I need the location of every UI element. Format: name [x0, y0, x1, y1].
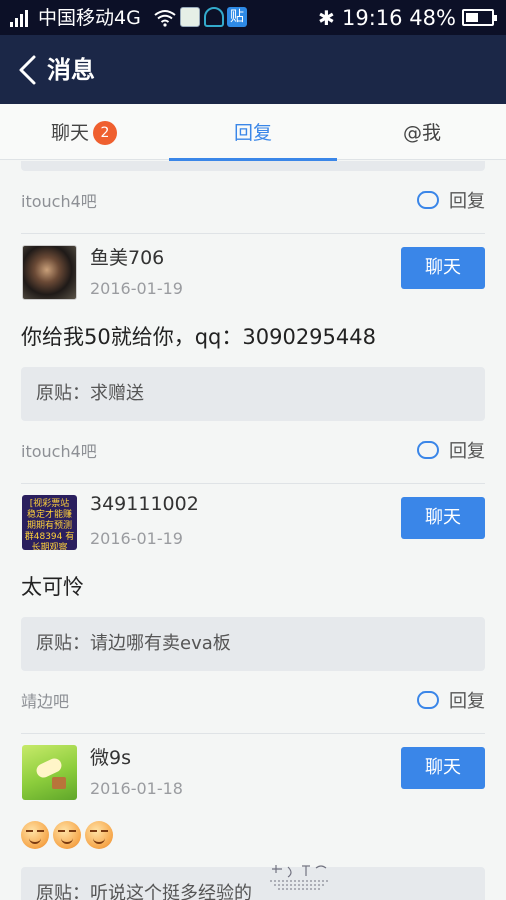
avatar-text: [视彩票站 稳定才能赚 期期有预测 群48394 有长期观察	[24, 499, 75, 550]
avatar[interactable]	[22, 745, 77, 800]
chat-button[interactable]: 聊天	[401, 247, 485, 289]
carrier-label: 中国移动4G	[38, 7, 141, 29]
forum-name[interactable]: itouch4吧	[21, 438, 97, 462]
reply-button[interactable]: 回复	[417, 436, 485, 463]
divider	[21, 733, 485, 734]
comment-icon	[417, 186, 439, 209]
post-date: 2016-01-19	[90, 529, 183, 548]
divider	[21, 233, 485, 234]
reply-button-label: 回复	[449, 191, 485, 212]
reply-button[interactable]: 回复	[417, 186, 485, 213]
post-date: 2016-01-19	[90, 279, 183, 298]
bluetooth-icon: ✱	[318, 6, 335, 30]
status-bar: 中国移动4G 贴 ✱ 19:16 48%	[0, 0, 506, 35]
forum-name[interactable]: 靖边吧	[21, 688, 69, 712]
username[interactable]: 349111002	[90, 493, 199, 515]
tab-reply-label: 回复	[233, 122, 272, 144]
post-date: 2016-01-18	[90, 779, 183, 798]
tab-bar: 聊天 2 回复 @我	[0, 104, 506, 161]
chat-button[interactable]: 聊天	[401, 747, 485, 789]
tab-mentions[interactable]: @我	[338, 104, 506, 160]
battery-icon	[462, 9, 497, 26]
tab-reply[interactable]: 回复	[169, 104, 337, 161]
tab-chat[interactable]: 聊天 2	[0, 104, 168, 160]
reply-list[interactable]: itouch4吧 回复 鱼美706 2016-01-19 聊天 你给我50就给你…	[0, 161, 506, 900]
signal-icon	[10, 9, 32, 27]
tieba-icon: 贴	[227, 7, 247, 27]
reply-content	[21, 821, 117, 849]
unread-badge: 2	[93, 121, 117, 145]
smile-emoji-icon	[85, 821, 113, 849]
chevron-left-icon[interactable]	[14, 54, 42, 86]
list-item: 靖边吧 回复 微9s 2016-01-18 聊天 原贴：听说这个挺多经验的	[0, 661, 506, 900]
reply-button[interactable]: 回复	[417, 686, 485, 713]
reply-content: 你给我50就给你，qq：3090295448	[21, 325, 376, 349]
forum-name[interactable]: itouch4吧	[21, 188, 97, 212]
battery-percent: 48%	[409, 6, 456, 30]
notes-icon	[180, 7, 200, 27]
app-bar: 消息	[0, 35, 506, 104]
smile-emoji-icon	[21, 821, 49, 849]
tab-mentions-label: @我	[402, 122, 441, 144]
username[interactable]: 微9s	[90, 743, 131, 770]
clock: 19:16 48%	[342, 6, 456, 30]
smile-emoji-icon	[53, 821, 81, 849]
headset-icon	[204, 7, 224, 27]
avatar[interactable]: [视彩票站 稳定才能赚 期期有预测 群48394 有长期观察	[22, 495, 77, 550]
username[interactable]: 鱼美706	[90, 243, 164, 270]
reply-button-label: 回复	[449, 441, 485, 462]
chat-button[interactable]: 聊天	[401, 497, 485, 539]
original-post[interactable]: 原贴：听说这个挺多经验的	[21, 867, 485, 900]
list-item: itouch4吧 回复 鱼美706 2016-01-19 聊天 你给我50就给你…	[0, 161, 506, 421]
watermark-icon	[270, 865, 328, 890]
divider	[21, 483, 485, 484]
comment-icon	[417, 686, 439, 709]
reply-button-label: 回复	[449, 691, 485, 712]
list-item: itouch4吧 回复 [视彩票站 稳定才能赚 期期有预测 群48394 有长期…	[0, 411, 506, 671]
page-title: 消息	[47, 56, 95, 84]
tab-chat-label: 聊天	[50, 122, 89, 144]
reply-content: 太可怜	[21, 575, 84, 599]
wifi-icon	[154, 10, 176, 27]
avatar[interactable]	[22, 245, 77, 300]
comment-icon	[417, 436, 439, 459]
